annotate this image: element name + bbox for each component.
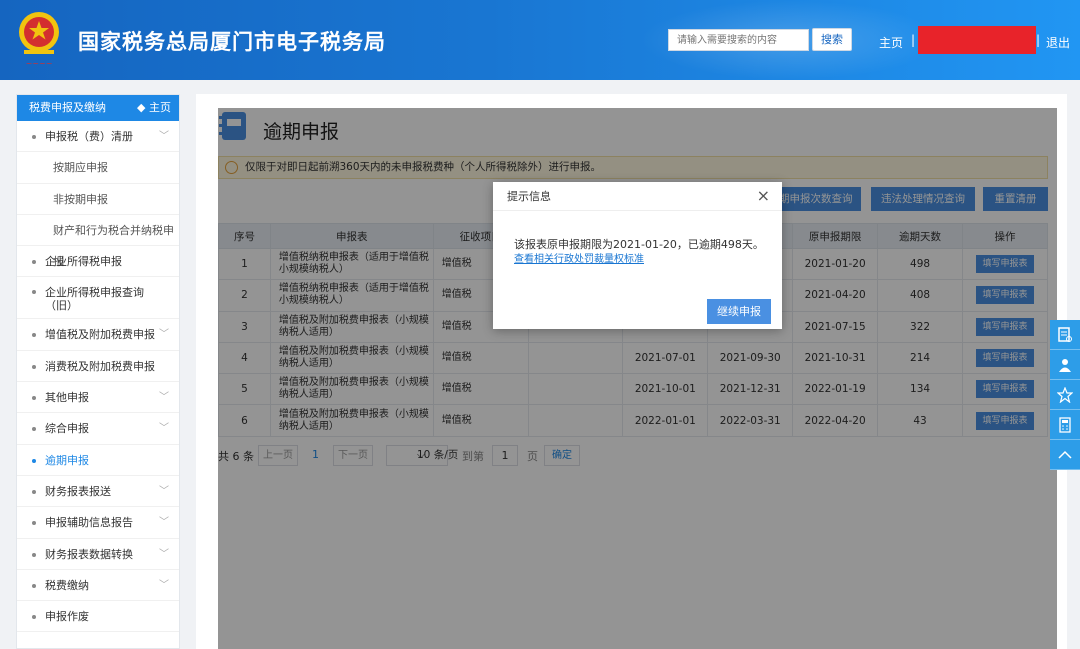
calculator-icon[interactable] (1050, 410, 1080, 440)
bullet-icon (32, 396, 36, 401)
sidebar-item-label: 申报税（费）清册 (45, 130, 133, 143)
sidebar-item-property-combined[interactable]: 财产和行为税合并纳税申报 (17, 215, 179, 268)
sidebar-item-comprehensive[interactable]: 综合申报 ﹀ (17, 413, 179, 445)
sidebar-item-label: 综合申报 (45, 422, 89, 436)
sidebar-item-auxiliary-info[interactable]: 申报辅助信息报告 ﹀ (17, 507, 179, 539)
info-dialog: 提示信息 × 该报表原申报期限为2021-01-20，已逾期498天。 查看相关… (493, 182, 782, 329)
sidebar-header: 税费申报及缴纳 ◆ 主页 (17, 95, 179, 121)
logout-link[interactable]: 退出 (1046, 34, 1070, 51)
sidebar-item-tax-list[interactable]: 申报税（费）清册 ﹀ (17, 121, 179, 153)
sidebar-item-void-declaration[interactable]: 申报作废 (17, 601, 179, 633)
redacted-username (918, 26, 1036, 54)
search-button[interactable]: 搜索 (812, 28, 852, 51)
bullet-icon (32, 333, 36, 338)
chevron-down-icon: ﹀ (159, 485, 169, 497)
star-icon[interactable] (1050, 380, 1080, 410)
sidebar-item-label: 财务报表报送 (45, 484, 111, 498)
tax-emblem-icon: ~~~~ (19, 12, 59, 68)
sidebar-item-label: 逾期申报 (45, 453, 89, 467)
chevron-down-icon: ﹀ (159, 329, 169, 341)
sidebar-item-label: 按期应申报 (53, 161, 108, 175)
sidebar-item-label: 企业所得税申报查询（旧） (45, 286, 144, 313)
header-bar: ~~~~ 国家税务总局厦门市电子税务局 搜索 主页 | | 退出 (0, 0, 1080, 80)
chevron-down-icon: ﹀ (159, 517, 169, 529)
sidebar-item-overdue[interactable]: 逾期申报 (17, 445, 179, 476)
sidebar: 税费申报及缴纳 ◆ 主页 申报税（费）清册 ﹀ 按期应申报 非按期申报 财产和行为… (16, 94, 180, 649)
sidebar-item-corporate-income[interactable]: 企业所得税申报 (17, 246, 179, 278)
chevron-down-icon: ﹀ (159, 423, 169, 435)
sidebar-item-label: 消费税及附加税费申报 (45, 359, 155, 373)
sidebar-item-report-conversion[interactable]: 财务报表数据转换 ﹀ (17, 539, 179, 570)
sidebar-item-other[interactable]: 其他申报 ﹀ (17, 382, 179, 414)
site-title: 国家税务总局厦门市电子税务局 (78, 30, 386, 54)
chevron-down-icon: ﹀ (159, 579, 169, 591)
search-input[interactable] (668, 29, 809, 51)
bullet-icon (32, 521, 36, 526)
sidebar-item-label: 非按期申报 (53, 192, 108, 206)
bullet-icon (32, 290, 36, 295)
bullet-icon (32, 583, 36, 588)
sidebar-item-label: 申报作废 (45, 610, 89, 624)
floating-toolbar (1050, 320, 1080, 470)
header-separator: | (911, 33, 916, 47)
bullet-icon (32, 615, 36, 620)
bullet-icon (32, 135, 36, 139)
sidebar-item-corporate-income-query[interactable]: 企业所得税申报查询（旧） (17, 277, 179, 320)
sidebar-home-link[interactable]: ◆ 主页 (137, 95, 171, 121)
sidebar-item-tax-payment[interactable]: 税费缴纳 ﹀ (17, 570, 179, 602)
header-separator: | (1036, 33, 1041, 47)
continue-declaration-button[interactable]: 继续申报 (707, 299, 771, 324)
sidebar-item-label: 其他申报 (45, 391, 89, 405)
sidebar-title: 税费申报及缴纳 (29, 101, 106, 114)
sidebar-item-non-periodic[interactable]: 非按期申报 (17, 184, 179, 215)
chevron-down-icon: ﹀ (159, 131, 169, 142)
sidebar-item-label: 企业所得税申报 (45, 255, 122, 269)
bullet-icon (32, 458, 36, 463)
sidebar-item-vat[interactable]: 增值税及附加税费申报 ﹀ (17, 319, 179, 351)
sidebar-item-financial-report[interactable]: 财务报表报送 ﹀ (17, 476, 179, 508)
person-icon[interactable] (1050, 350, 1080, 380)
up-arrow-icon[interactable] (1050, 440, 1080, 470)
form-icon[interactable] (1050, 320, 1080, 350)
sidebar-item-label: 申报辅助信息报告 (45, 516, 133, 530)
chevron-down-icon: ﹀ (159, 548, 169, 560)
sidebar-item-label: 税费缴纳 (45, 578, 89, 592)
bullet-icon (32, 427, 36, 432)
svg-text:~~~~: ~~~~ (26, 59, 53, 68)
sidebar-item-label: 财务报表数据转换 (45, 547, 133, 561)
bullet-icon (32, 364, 36, 369)
dialog-title: 提示信息 (493, 182, 782, 211)
chevron-down-icon: ﹀ (159, 392, 169, 404)
bullet-icon (32, 489, 36, 494)
home-link[interactable]: 主页 (879, 34, 903, 51)
sidebar-item-periodic[interactable]: 按期应申报 (17, 152, 179, 184)
bullet-icon (32, 260, 36, 265)
sidebar-item-label: 增值税及附加税费申报 (45, 328, 155, 342)
penalty-standard-link[interactable]: 查看相关行政处罚裁量权标准 (514, 250, 644, 265)
bullet-icon (32, 552, 36, 557)
close-icon[interactable]: × (757, 186, 770, 205)
sidebar-item-consumption[interactable]: 消费税及附加税费申报 (17, 351, 179, 383)
